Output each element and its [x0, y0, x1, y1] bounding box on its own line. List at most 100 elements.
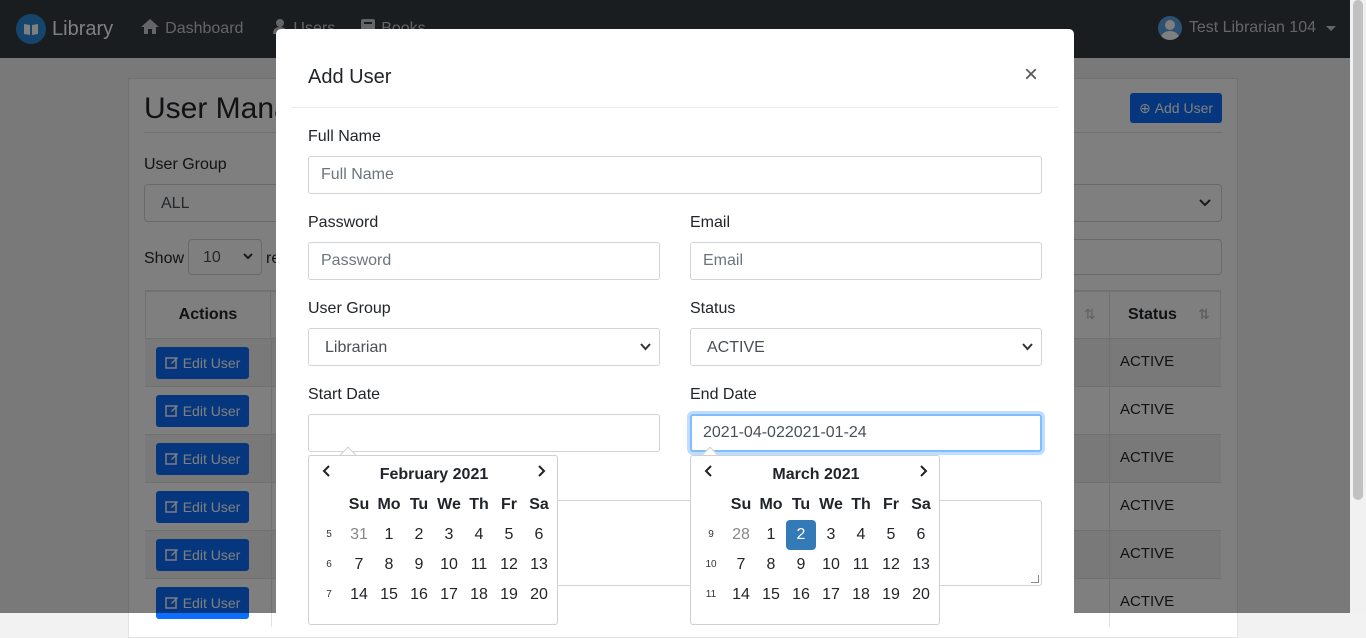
status-label: Status: [690, 300, 736, 317]
week-number: 7: [326, 589, 332, 600]
weekday-label: Th: [851, 496, 871, 513]
day-cell[interactable]: 18: [464, 580, 494, 610]
day-cell[interactable]: 3: [816, 520, 846, 550]
week-number: 11: [705, 589, 717, 600]
week-row: 11 14 15 16 17 18 19 20: [691, 580, 939, 610]
datepicker-header: March 2021: [691, 464, 939, 486]
day-cell[interactable]: 7: [344, 550, 374, 580]
start-date-picker: February 2021 Su Mo Tu We Th Fr Sa 5 31 1 2 3 4 5 6 6 7 8 9…: [308, 455, 558, 625]
day-cell[interactable]: 2: [404, 520, 434, 550]
day-cell[interactable]: 16: [404, 580, 434, 610]
day-cell[interactable]: 31: [344, 520, 374, 550]
start-date-input[interactable]: [308, 414, 660, 452]
scrollbar-thumb[interactable]: [1353, 0, 1363, 500]
day-cell[interactable]: 9: [404, 550, 434, 580]
day-cell[interactable]: 12: [876, 550, 906, 580]
weekday-label: Sa: [911, 496, 931, 513]
status-value: ACTIVE: [707, 339, 765, 356]
weekday-label: Su: [348, 496, 370, 513]
password-input[interactable]: [308, 242, 660, 280]
chevron-right-icon[interactable]: [918, 464, 928, 483]
weekday-label: Su: [730, 496, 752, 513]
day-cell[interactable]: 1: [374, 520, 404, 550]
password-label: Password: [308, 214, 379, 231]
datepicker-month-title[interactable]: February 2021: [309, 466, 557, 484]
weekday-label: We: [437, 496, 461, 513]
chevron-down-icon: [640, 338, 651, 354]
day-cell[interactable]: 16: [786, 580, 816, 610]
week-row: 9 28 1 2 3 4 5 6: [691, 520, 939, 550]
day-cell[interactable]: 20: [906, 580, 936, 610]
day-cell[interactable]: 17: [434, 580, 464, 610]
day-cell[interactable]: 13: [906, 550, 936, 580]
day-cell[interactable]: 4: [846, 520, 876, 550]
day-cell[interactable]: 1: [756, 520, 786, 550]
modal-title: Add User: [308, 66, 392, 88]
datepicker-month-title[interactable]: March 2021: [691, 466, 939, 484]
week-row: 6 7 8 9 10 11 12 13: [309, 550, 557, 580]
weekday-label: Fr: [883, 496, 899, 513]
day-cell[interactable]: 17: [816, 580, 846, 610]
week-row: 10 7 8 9 10 11 12 13: [691, 550, 939, 580]
weekday-label: Tu: [409, 496, 429, 513]
day-cell[interactable]: 15: [756, 580, 786, 610]
weekday-label: Tu: [791, 496, 811, 513]
day-cell[interactable]: 6: [906, 520, 936, 550]
email-label: Email: [690, 214, 731, 231]
day-cell[interactable]: 5: [494, 520, 524, 550]
weekday-label: Sa: [529, 496, 549, 513]
day-cell[interactable]: 14: [344, 580, 374, 610]
chevron-down-icon: [1022, 338, 1033, 354]
end-date-label: End Date: [690, 386, 757, 403]
day-cell[interactable]: 10: [434, 550, 464, 580]
day-cell[interactable]: 13: [524, 550, 554, 580]
weekday-row: Su Mo Tu We Th Fr Sa: [309, 490, 557, 520]
selected-day[interactable]: 2: [786, 520, 816, 550]
day-cell[interactable]: 28: [726, 520, 756, 550]
day-cell[interactable]: 12: [494, 550, 524, 580]
full-name-label: Full Name: [308, 128, 381, 145]
resize-handle-icon[interactable]: [1031, 575, 1039, 583]
email-input[interactable]: [690, 242, 1042, 280]
day-cell[interactable]: 8: [756, 550, 786, 580]
week-number: 6: [326, 559, 332, 570]
full-name-input[interactable]: [308, 156, 1042, 194]
user-group-value: Librarian: [325, 339, 388, 356]
user-group-select[interactable]: Librarian: [308, 328, 660, 366]
week-row: 7 14 15 16 17 18 19 20: [309, 580, 557, 610]
page-scrollbar[interactable]: [1350, 0, 1366, 613]
day-cell[interactable]: 6: [524, 520, 554, 550]
day-cell[interactable]: 3: [434, 520, 464, 550]
day-cell[interactable]: 14: [726, 580, 756, 610]
week-row: 5 31 1 2 3 4 5 6: [309, 520, 557, 550]
day-cell[interactable]: 9: [786, 550, 816, 580]
modal-header-divider: [292, 107, 1058, 108]
day-cell[interactable]: 20: [524, 580, 554, 610]
day-cell[interactable]: 10: [816, 550, 846, 580]
weekday-label: Mo: [759, 496, 783, 513]
end-date-input[interactable]: [690, 414, 1042, 452]
week-number: 10: [705, 559, 717, 570]
day-cell[interactable]: 11: [846, 550, 876, 580]
day-cell[interactable]: 18: [846, 580, 876, 610]
chevron-right-icon[interactable]: [536, 464, 546, 483]
weekday-label: Fr: [501, 496, 517, 513]
day-cell[interactable]: 8: [374, 550, 404, 580]
day-cell[interactable]: 5: [876, 520, 906, 550]
weekday-label: We: [819, 496, 843, 513]
user-group-label: User Group: [308, 300, 391, 317]
day-cell[interactable]: 15: [374, 580, 404, 610]
week-number: 9: [708, 529, 714, 540]
day-cell[interactable]: 7: [726, 550, 756, 580]
end-date-picker: March 2021 Su Mo Tu We Th Fr Sa 9 28 1 2 3 4 5 6 10 7 8 9 10…: [690, 455, 940, 625]
status-select[interactable]: ACTIVE: [690, 328, 1042, 366]
weekday-label: Th: [469, 496, 489, 513]
weekday-label: Mo: [377, 496, 401, 513]
weekday-row: Su Mo Tu We Th Fr Sa: [691, 490, 939, 520]
day-cell[interactable]: 19: [494, 580, 524, 610]
day-cell[interactable]: 11: [464, 550, 494, 580]
start-date-label: Start Date: [308, 386, 381, 403]
day-cell[interactable]: 4: [464, 520, 494, 550]
close-icon[interactable]: ×: [1024, 63, 1038, 87]
day-cell[interactable]: 19: [876, 580, 906, 610]
